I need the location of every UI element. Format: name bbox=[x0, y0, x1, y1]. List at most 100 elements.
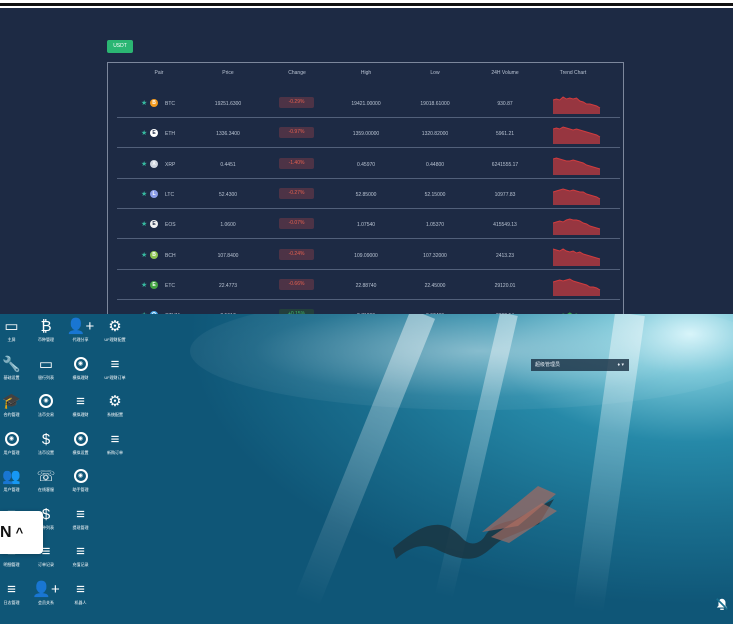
table-row[interactable]: ★ X XRP 0.4451 -1.40% 0.45970 0.44800 62… bbox=[117, 149, 620, 179]
favorite-star-icon[interactable]: ★ bbox=[141, 251, 147, 259]
graduation-cap-icon[interactable]: 🎓 合约管理 bbox=[0, 389, 29, 426]
desktop-icon-label: UF理财订单 bbox=[104, 374, 126, 380]
list-icon-3[interactable]: ≡ 新购订单 bbox=[98, 427, 133, 464]
list-icon-9-glyph: ≡ bbox=[7, 580, 16, 598]
user-circle-icon-glyph: ◉ bbox=[4, 431, 19, 446]
disk-icon-4[interactable]: ◉ 助手管理 bbox=[63, 464, 98, 501]
desktop-icon-label: 用户管理 bbox=[3, 449, 20, 455]
blank-icon-2-glyph bbox=[98, 506, 133, 524]
diver-silhouette bbox=[393, 486, 557, 559]
table-row[interactable]: ★ B BCH 107.8400 -0.24% 109.09000 107.32… bbox=[117, 240, 620, 270]
change-badge: -1.40% bbox=[279, 157, 314, 169]
list-icon-10[interactable]: ≡ 机器人 bbox=[63, 577, 98, 614]
favorite-star-icon[interactable]: ★ bbox=[141, 129, 147, 137]
table-row[interactable]: ★ B BTC 19251.6300 -0.29% 19421.00000 19… bbox=[117, 88, 620, 118]
high-value: 22.88740 bbox=[355, 282, 377, 289]
bitcoin-cash-icon: B bbox=[150, 250, 158, 259]
table-row[interactable]: ★ L LTC 52.4300 -0.27% 52.85000 52.15000… bbox=[117, 179, 620, 209]
cogs-icon[interactable]: ⚙ UF理财配置 bbox=[98, 314, 133, 351]
trend-area bbox=[553, 248, 600, 266]
ethereum-icon: E bbox=[150, 129, 158, 138]
list-icon-2[interactable]: ≡ 模拟理财 bbox=[63, 389, 98, 426]
table-row[interactable]: ★ E ETH 1336.3400 -0.97% 1359.00000 1320… bbox=[117, 118, 620, 149]
table-row[interactable]: ★ Q QTUM 2.5617 +0.15% 2.71990 2.67430 2… bbox=[117, 300, 620, 314]
list-icon-8[interactable]: ≡ 充值记录 bbox=[63, 539, 98, 576]
desktop-icon-label: 法币设置 bbox=[38, 449, 54, 455]
favorite-star-icon[interactable]: ★ bbox=[141, 281, 147, 289]
list-icon-5[interactable]: ≡ 提现管理 bbox=[63, 502, 98, 539]
ethereum-classic-icon: E bbox=[150, 280, 158, 289]
usdt-tab[interactable]: USDT bbox=[107, 40, 133, 53]
bitcoin-app-icon[interactable]: ₿ 币种管理 bbox=[29, 314, 64, 351]
disk-icon-2[interactable]: ◉ 法币交易 bbox=[29, 389, 64, 426]
price-value: 52.4300 bbox=[218, 191, 238, 198]
disk-icon[interactable]: ◉ 模拟理财 bbox=[63, 352, 98, 389]
list-icon-10-glyph: ≡ bbox=[76, 580, 85, 598]
desktop-icon-label: 系统配置 bbox=[107, 412, 123, 417]
list-icon-2-glyph: ≡ bbox=[76, 393, 85, 410]
high-value: 1.07540 bbox=[356, 222, 376, 229]
monitor-icon-glyph: ▭ bbox=[4, 318, 19, 335]
trend-sparkline bbox=[553, 278, 601, 296]
wrench-icon[interactable]: 🔧 基础设置 bbox=[0, 352, 29, 389]
price-value: 22.4773 bbox=[218, 282, 238, 289]
pair-name: XRP bbox=[165, 161, 176, 168]
high-value: 0.45970 bbox=[356, 161, 376, 168]
volume-value: 5961.21 bbox=[495, 131, 515, 138]
users-icon-glyph: 👥 bbox=[2, 468, 21, 485]
disk-icon-2-glyph: ◉ bbox=[39, 394, 53, 408]
graduation-cap-icon-glyph: 🎓 bbox=[2, 393, 21, 410]
desktop-icon-label: 日志管理 bbox=[3, 599, 20, 605]
desktop-icon-label: 基础设置 bbox=[3, 374, 20, 380]
blank-icon-glyph bbox=[98, 468, 133, 486]
change-column-header: Change bbox=[288, 70, 306, 76]
desktop-icon-grid: ▭ 主屏 ₿ 币种管理 👤+ 代理分享 ⚙ UF理财配置 🔧 基础设置 ▭ 银行列表 ◉ 模… bbox=[0, 314, 134, 624]
sea-surface bbox=[190, 314, 733, 410]
litecoin-icon: L bbox=[150, 189, 158, 198]
price-column-header: Price bbox=[222, 70, 234, 76]
desktop-icon-label: 新购订单 bbox=[107, 449, 123, 455]
low-value: 19018.61000 bbox=[420, 101, 450, 107]
pair-name: EOS bbox=[165, 222, 176, 229]
bell-off-icon[interactable] bbox=[715, 597, 729, 611]
monitor-icon[interactable]: ▭ 主屏 bbox=[0, 314, 29, 351]
admin-widget[interactable]: 超级管理员 ♦ ▾ bbox=[531, 359, 629, 371]
add-user-icon[interactable]: 👤+ 代理分享 bbox=[63, 314, 98, 351]
widget-controls[interactable]: ♦ ▾ bbox=[618, 359, 624, 371]
list-icon[interactable]: ≡ UF理财订单 bbox=[98, 352, 133, 389]
trend-sparkline bbox=[553, 218, 601, 236]
card-icon[interactable]: ▭ 银行列表 bbox=[29, 352, 64, 389]
user-circle-icon[interactable]: ◉ 用户管理 bbox=[0, 427, 29, 464]
low-value: 22.45000 bbox=[424, 282, 446, 289]
admin-widget-label: 超级管理员 bbox=[535, 362, 561, 368]
add-user-icon-2[interactable]: 👤+ 会员关系 bbox=[29, 577, 64, 614]
dollar-icon[interactable]: $ 法币设置 bbox=[29, 427, 64, 464]
desktop-icon-label: 明细管理 bbox=[3, 562, 20, 567]
favorite-star-icon[interactable]: ★ bbox=[141, 220, 147, 228]
disk-icon-3[interactable]: ◉ 模拟设置 bbox=[63, 427, 98, 464]
trend-area bbox=[553, 127, 600, 145]
gear-icon-glyph: ⚙ bbox=[108, 393, 122, 410]
language-button[interactable]: N ^ bbox=[0, 511, 43, 554]
volume-value: 415549.13 bbox=[493, 222, 517, 229]
blank-icon-3-glyph bbox=[98, 543, 133, 561]
bitcoin-icon: B bbox=[150, 99, 158, 107]
desktop-icon-label: 提现管理 bbox=[72, 524, 89, 530]
phone-icon[interactable]: ☏ 在线客服 bbox=[29, 464, 64, 501]
change-badge: -0.24% bbox=[279, 248, 314, 260]
list-icon-9[interactable]: ≡ 日志管理 bbox=[0, 577, 29, 614]
price-value: 19251.6300 bbox=[214, 101, 242, 107]
users-icon[interactable]: 👥 用户管理 bbox=[0, 464, 29, 501]
card-icon-glyph: ▭ bbox=[38, 355, 54, 373]
table-row[interactable]: ★ E EOS 1.0600 -0.07% 1.07540 1.05370 41… bbox=[117, 209, 620, 240]
trend-chart-column-header: Trend Chart bbox=[559, 70, 587, 76]
high-value: 1359.00000 bbox=[352, 131, 380, 138]
dollar-icon-glyph: $ bbox=[41, 430, 51, 448]
favorite-star-icon[interactable]: ★ bbox=[141, 160, 147, 168]
table-row[interactable]: ★ E ETC 22.4773 -0.66% 22.88740 22.45000… bbox=[117, 270, 620, 300]
trend-sparkline bbox=[553, 247, 601, 266]
price-value: 1.0600 bbox=[220, 222, 236, 229]
favorite-star-icon[interactable]: ★ bbox=[141, 190, 147, 198]
gear-icon[interactable]: ⚙ 系统配置 bbox=[98, 389, 133, 426]
favorite-star-icon[interactable]: ★ bbox=[141, 99, 147, 107]
